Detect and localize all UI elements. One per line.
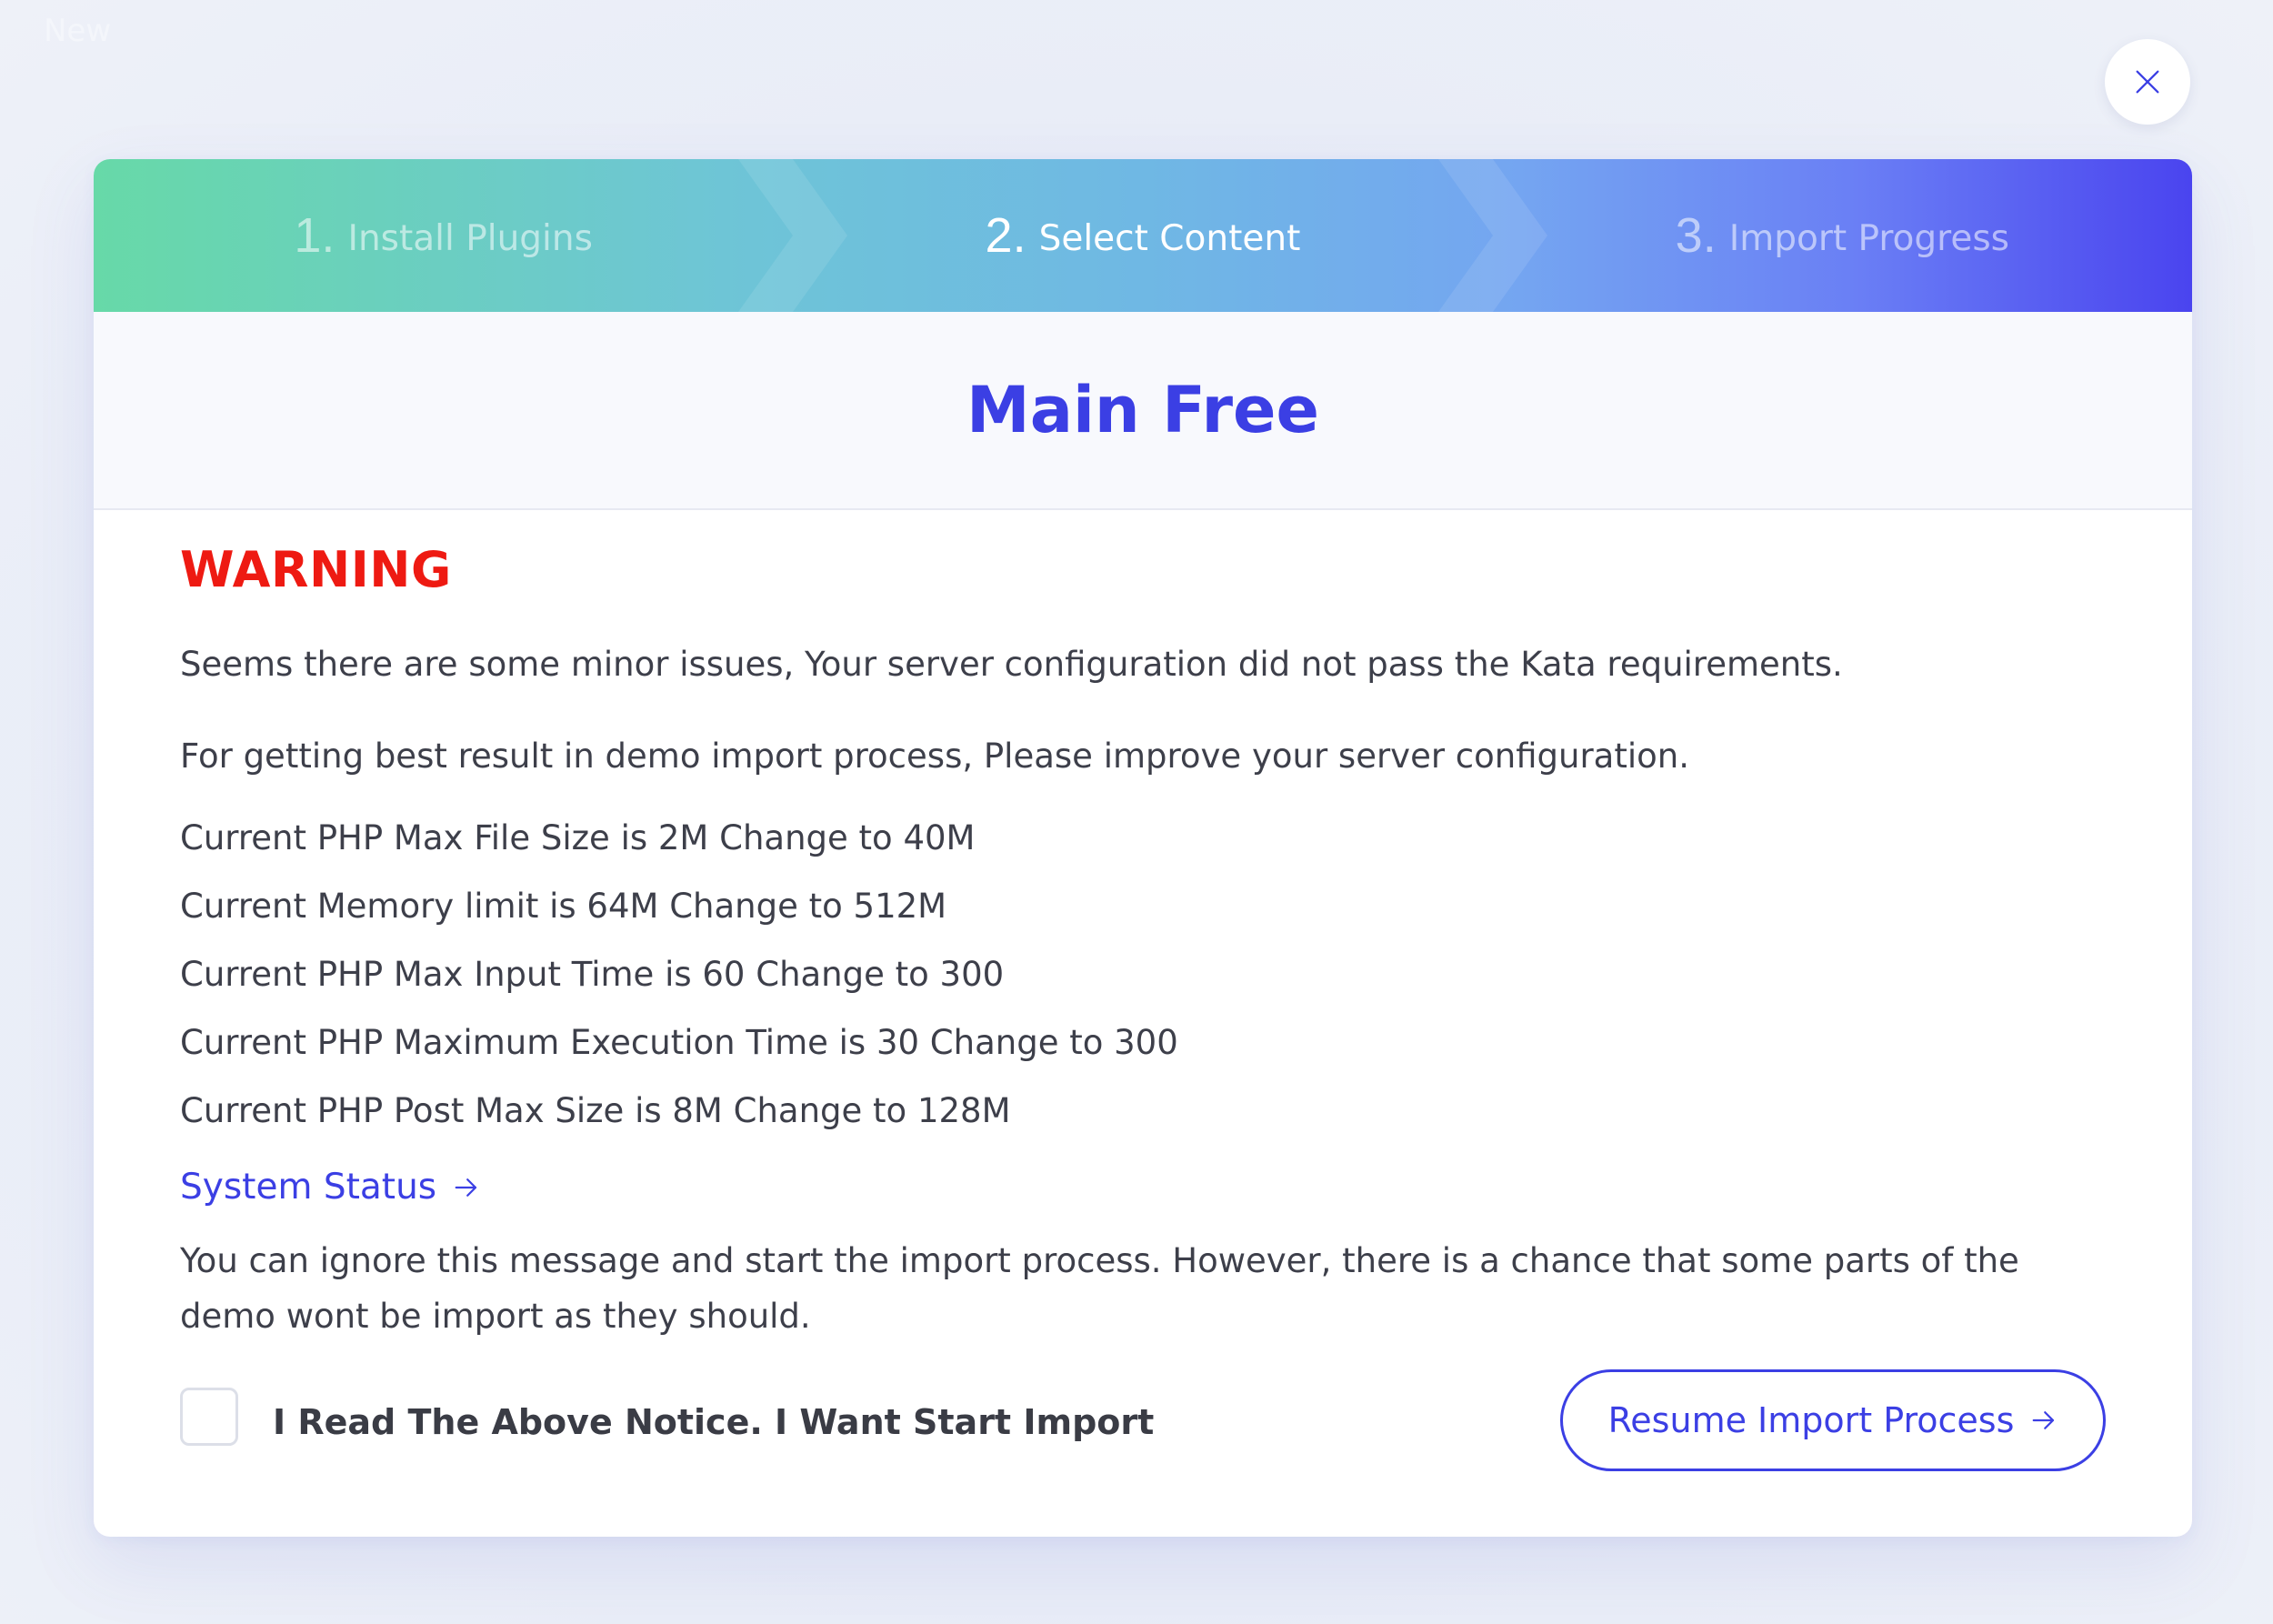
warning-heading: WARNING [180, 541, 452, 598]
background-partial-text: New [44, 13, 112, 49]
import-modal: 1. Install Plugins 2. Select Content 3. … [94, 159, 2192, 1537]
confirm-checkbox[interactable] [180, 1388, 238, 1446]
step-install-plugins[interactable]: 1. Install Plugins [94, 159, 848, 312]
warning-advice: For getting best result in demo import p… [180, 737, 1689, 776]
arrow-right-icon [2033, 1411, 2055, 1429]
requirement-item: Current Memory limit is 64M Change to 51… [180, 887, 947, 926]
ignore-notice: You can ignore this message and start th… [180, 1241, 2019, 1336]
modal-footer: I Read The Above Notice. I Want Start Im… [180, 1369, 2106, 1489]
system-status-link[interactable]: System Status [180, 1167, 480, 1208]
step-number: 3. [1675, 208, 1717, 263]
step-select-content[interactable]: 2. Select Content [793, 159, 1547, 312]
title-band: Main Free [94, 312, 2192, 510]
resume-import-button[interactable]: Resume Import Process [1560, 1369, 2106, 1471]
step-number: 2. [985, 208, 1026, 263]
arrow-right-icon [455, 1178, 477, 1197]
confirm-checkbox-label: I Read The Above Notice. I Want Start Im… [273, 1402, 1155, 1442]
requirement-item: Current PHP Maximum Execution Time is 30… [180, 1023, 1178, 1062]
import-stepper: 1. Install Plugins 2. Select Content 3. … [94, 159, 2192, 312]
close-icon [2136, 70, 2159, 94]
step-number: 1. [294, 208, 335, 263]
warning-intro: Seems there are some minor issues, Your … [180, 645, 1843, 684]
requirement-item: Current PHP Max File Size is 2M Change t… [180, 818, 976, 857]
requirement-item: Current PHP Post Max Size is 8M Change t… [180, 1091, 1011, 1130]
confirm-checkbox-row[interactable]: I Read The Above Notice. I Want Start Im… [180, 1388, 1154, 1446]
system-status-label: System Status [180, 1167, 437, 1208]
requirement-item: Current PHP Max Input Time is 60 Change … [180, 955, 1005, 994]
close-button[interactable] [2105, 39, 2190, 125]
step-import-progress[interactable]: 3. Import Progress [1493, 159, 2192, 312]
warning-content: WARNING Seems there are some minor issue… [94, 510, 2192, 1489]
step-label: Import Progress [1728, 217, 2009, 259]
requirements-list: Current PHP Max File Size is 2M Change t… [180, 804, 2106, 1145]
step-label: Install Plugins [347, 217, 593, 259]
resume-import-label: Resume Import Process [1607, 1400, 2015, 1440]
step-label: Select Content [1038, 217, 1301, 259]
modal-title: Main Free [966, 373, 1319, 447]
